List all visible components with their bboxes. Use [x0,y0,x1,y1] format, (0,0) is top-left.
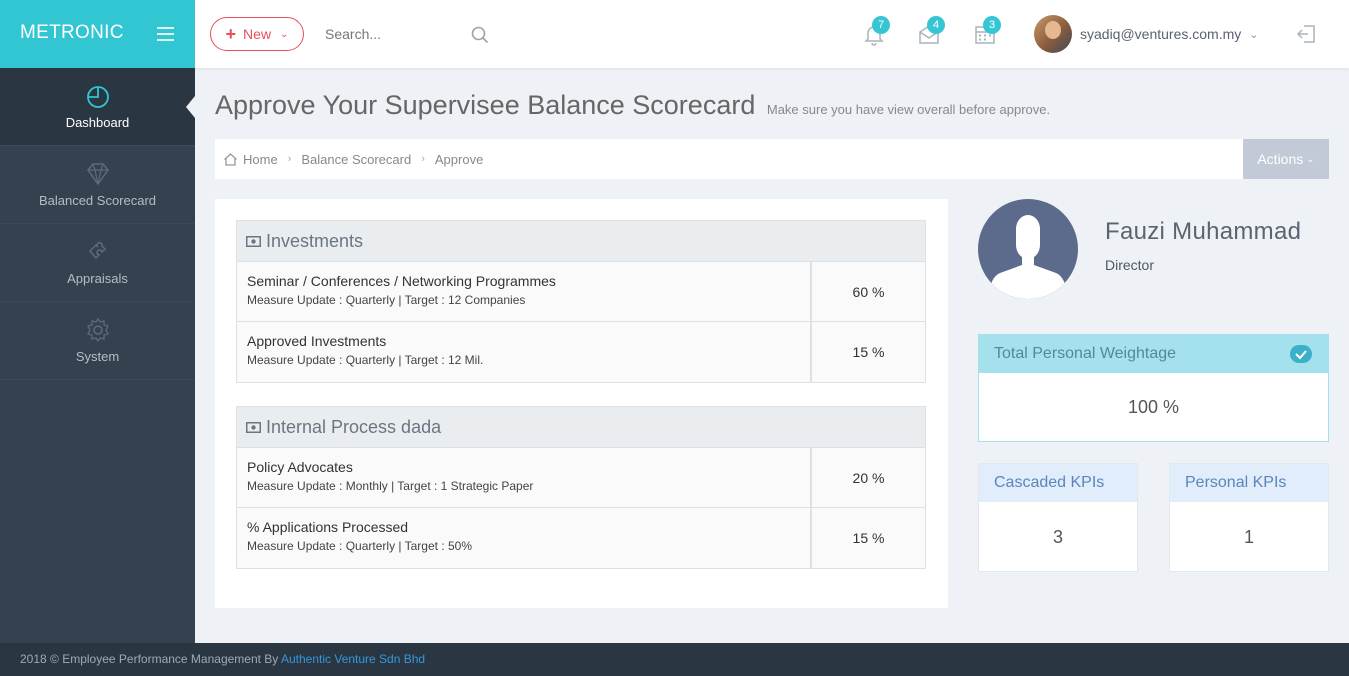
kpi-group-title: Internal Process dada [266,416,442,437]
sidebar-item-label: Dashboard [65,115,130,130]
user-email: syadiq@ventures.com.my [1080,26,1242,42]
stat-header: Total Personal Weightage [979,335,1328,373]
kpi-name: Approved Investments [247,333,387,349]
kpi-group-header: Investments [237,221,925,262]
kpi-group-investments: Investments Seminar / Conferences / Netw… [236,220,926,383]
sidebar-item-system[interactable]: System [0,302,195,380]
table-row[interactable]: Seminar / Conferences / Networking Progr… [237,262,925,322]
sidebar-item-label: Balanced Scorecard [38,193,157,208]
stat-value: 100 % [1127,396,1180,417]
kpi-group-header: Internal Process dada [237,407,925,448]
footer-text: 2018 © Employee Performance Management B… [20,652,281,666]
cascaded-kpis-box: Cascaded KPIs 3 [978,463,1138,572]
total-weightage-box: Total Personal Weightage 100 % [978,334,1329,442]
messages-badge: 4 [927,16,945,34]
kpi-cell: Approved Investments Measure Update : Qu… [237,322,812,382]
page-title-text: Approve Your Supervisee Balance Scorecar… [215,90,756,120]
check-icon [1290,345,1312,363]
kpi-cell: Policy Advocates Measure Update : Monthl… [237,448,812,507]
personal-kpis-box: Personal KPIs 1 [1169,463,1329,572]
kpi-cell: Seminar / Conferences / Networking Progr… [237,262,812,321]
stat-value: 1 [1243,526,1254,547]
kpi-name: Policy Advocates [247,459,353,475]
sidebar: Dashboard Balanced Scorecard Appraisals … [0,68,195,643]
footer-company-link[interactable]: Authentic Venture Sdn Bhd [281,652,425,666]
kpi-meta: Measure Update : Monthly | Target : 1 St… [247,479,534,493]
chevron-down-icon: ⌄ [1249,28,1259,41]
kpi-weight: 15 % [852,530,885,546]
search-input[interactable] [314,17,464,51]
stat-header: Personal KPIs [1170,464,1328,502]
actions-button[interactable]: Actions ⌄ [1243,139,1329,179]
avatar [1034,15,1072,53]
dashboard-icon [86,86,109,108]
kpi-cell: % Applications Processed Measure Update … [237,508,812,568]
kpi-group-internal-process: Internal Process dada Policy Advocates M… [236,406,926,569]
breadcrumb-approve[interactable]: Approve [435,152,483,167]
profile-role: Director [1105,257,1155,273]
chevron-down-icon: ⌄ [1306,153,1315,165]
profile-avatar [978,199,1078,299]
brand-area: METRONIC [0,0,195,68]
kpi-weight: 15 % [852,344,885,360]
sidebar-item-label: System [75,349,120,364]
page-title: Approve Your Supervisee Balance Scorecar… [215,90,1050,121]
table-row[interactable]: Approved Investments Measure Update : Qu… [237,322,925,382]
notifications-badge: 7 [872,16,890,34]
new-button[interactable]: + New ⌄ [210,17,304,51]
profile-name: Fauzi Muhammad [1105,218,1302,245]
breadcrumb: Home › Balance Scorecard › Approve [223,139,483,179]
brand-logo[interactable]: METRONIC [20,22,124,44]
diamond-icon [86,163,109,186]
kpi-name: Seminar / Conferences / Networking Progr… [247,273,556,289]
search-box [314,17,494,51]
top-header: METRONIC + New ⌄ 7 4 3 syadiq@ventures.c… [0,0,1349,68]
sidebar-item-balanced-scorecard[interactable]: Balanced Scorecard [0,146,195,224]
stat-label: Total Personal Weightage [994,345,1177,362]
footer: 2018 © Employee Performance Management B… [0,643,1349,676]
money-icon [246,421,261,433]
messages-button[interactable]: 4 [917,16,945,46]
sidebar-item-appraisals[interactable]: Appraisals [0,224,195,302]
stat-value: 3 [1052,526,1063,547]
chevron-right-icon: › [287,153,292,165]
kpi-meta: Measure Update : Quarterly | Target : 50… [247,539,473,553]
kpi-group-title: Investments [266,230,364,251]
search-icon[interactable] [471,26,489,44]
table-row[interactable]: % Applications Processed Measure Update … [237,508,925,568]
tasks-badge: 3 [983,16,1001,34]
kpi-weight: 20 % [852,469,885,486]
sidebar-item-dashboard[interactable]: Dashboard [0,68,195,146]
scorecard-portlet: Investments Seminar / Conferences / Netw… [215,199,948,608]
menu-toggle-icon[interactable] [157,27,174,41]
kpi-meta: Measure Update : Quarterly | Target : 12… [247,293,526,307]
notifications-button[interactable]: 7 [862,16,890,46]
user-menu[interactable]: syadiq@ventures.com.my ⌄ [1034,15,1259,53]
actions-button-label: Actions [1257,151,1304,167]
table-row[interactable]: Policy Advocates Measure Update : Monthl… [237,448,925,508]
breadcrumb-home[interactable]: Home [243,152,278,167]
home-icon [224,152,237,166]
sidebar-item-label: Appraisals [67,271,128,286]
chevron-down-icon: ⌄ [280,28,289,40]
logout-icon[interactable] [1295,23,1317,45]
gear-icon [86,317,109,343]
breadcrumb-balance-scorecard[interactable]: Balance Scorecard [301,152,411,167]
kpi-name: % Applications Processed [247,519,409,535]
new-button-label: New [243,26,272,42]
kpi-weight: 60 % [852,283,885,300]
breadcrumb-bar: Home › Balance Scorecard › Approve Actio… [215,139,1329,179]
stat-header: Cascaded KPIs [979,464,1137,502]
page-subtitle: Make sure you have view overall before a… [766,102,1051,117]
money-icon [246,235,261,247]
chevron-right-icon: › [421,153,425,165]
tasks-button[interactable]: 3 [973,16,1001,46]
plus-icon: + [225,24,237,44]
user-silhouette-icon [988,215,1068,299]
kpi-meta: Measure Update : Quarterly | Target : 12… [247,353,484,367]
puzzle-icon [88,241,106,260]
